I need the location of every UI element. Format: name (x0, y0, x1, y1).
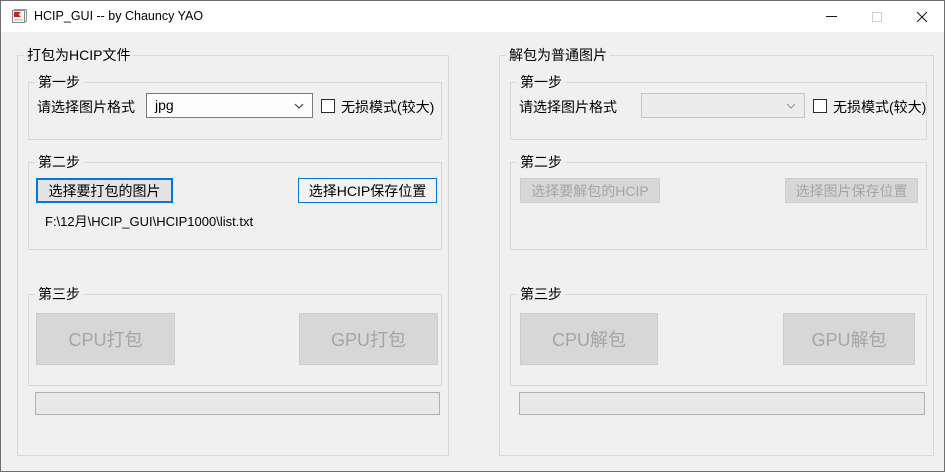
pack-selected-path: F:\12月\HCIP_GUI\HCIP1000\list.txt (45, 211, 253, 230)
pack-select-images-button[interactable]: 选择要打包的图片 (36, 178, 173, 203)
pack-lossless-label: 无损模式(较大) (341, 97, 434, 117)
unpack-step1-group: 第一步 请选择图片格式 无损模式(较大) (510, 82, 927, 140)
unpack-step2-label: 第二步 (517, 154, 565, 171)
pack-step1-group: 第一步 请选择图片格式 jpg 无损模式(较大) (28, 82, 442, 140)
minimize-button[interactable] (809, 1, 854, 32)
unpack-format-label: 请选择图片格式 (519, 97, 617, 117)
unpack-cpu-button[interactable]: CPU解包 (520, 313, 658, 365)
app-window: HCIP_GUI -- by Chauncy YAO 打包为HCIP文件 第一步… (0, 0, 945, 472)
unpack-step3-group: 第三步 CPU解包 GPU解包 (510, 294, 927, 386)
chevron-down-icon (294, 103, 304, 109)
pack-step2-group: 第二步 选择要打包的图片 选择HCIP保存位置 F:\12月\HCIP_GUI\… (28, 162, 442, 250)
unpack-panel-title: 解包为普通图片 (506, 47, 610, 64)
pack-format-label: 请选择图片格式 (37, 97, 135, 117)
unpack-progress-bar (519, 392, 925, 415)
title-bar[interactable]: HCIP_GUI -- by Chauncy YAO (1, 1, 944, 32)
app-icon (12, 8, 28, 24)
maximize-icon (872, 12, 882, 22)
pack-lossless-checkbox[interactable] (321, 99, 335, 113)
unpack-gpu-button[interactable]: GPU解包 (783, 313, 915, 365)
window-title: HCIP_GUI -- by Chauncy YAO (34, 1, 203, 32)
unpack-step3-label: 第三步 (517, 286, 565, 303)
pack-progress-bar (35, 392, 440, 415)
chevron-down-icon (786, 103, 796, 109)
pack-step2-label: 第二步 (35, 154, 83, 171)
pack-format-value: jpg (155, 97, 174, 113)
pack-step3-label: 第三步 (35, 286, 83, 303)
pack-gpu-button[interactable]: GPU打包 (299, 313, 438, 365)
close-button[interactable] (899, 1, 944, 32)
pack-step1-label: 第一步 (35, 74, 83, 91)
pack-select-save-location-button[interactable]: 选择HCIP保存位置 (298, 178, 437, 203)
pack-panel: 打包为HCIP文件 第一步 请选择图片格式 jpg 无损模式(较大) 第二步 选… (17, 55, 449, 456)
unpack-step2-group: 第二步 选择要解包的HCIP 选择图片保存位置 (510, 162, 927, 250)
pack-format-combobox[interactable]: jpg (146, 93, 313, 118)
pack-step3-group: 第三步 CPU打包 GPU打包 (28, 294, 442, 386)
unpack-select-save-location-button[interactable]: 选择图片保存位置 (785, 178, 918, 203)
maximize-button[interactable] (854, 1, 899, 32)
close-icon (916, 11, 928, 23)
pack-cpu-button[interactable]: CPU打包 (36, 313, 175, 365)
unpack-lossless-checkbox[interactable] (813, 99, 827, 113)
unpack-step1-label: 第一步 (517, 74, 565, 91)
minimize-icon (826, 16, 837, 17)
unpack-select-hcip-button[interactable]: 选择要解包的HCIP (520, 178, 660, 203)
unpack-lossless-label: 无损模式(较大) (833, 97, 926, 117)
unpack-format-combobox[interactable] (641, 93, 805, 118)
pack-panel-title: 打包为HCIP文件 (24, 47, 133, 64)
unpack-panel: 解包为普通图片 第一步 请选择图片格式 无损模式(较大) 第二步 选择要解包的H… (499, 55, 934, 456)
